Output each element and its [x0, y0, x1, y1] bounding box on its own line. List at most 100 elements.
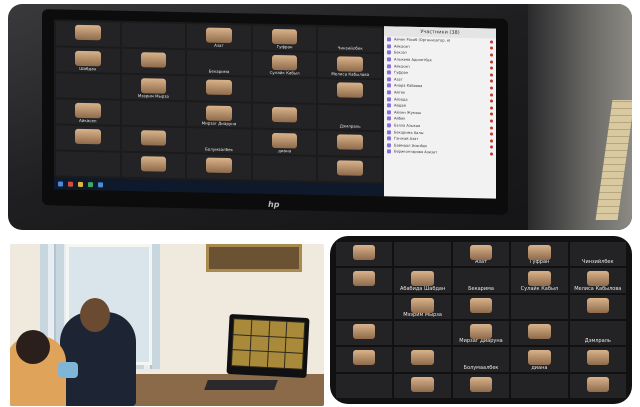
avatar — [387, 149, 391, 154]
app-icon — [88, 181, 93, 187]
participant-video — [528, 271, 551, 287]
participants-list: Айчек Рахаб (Организатор, я) Айкасеп Бекза… — [384, 36, 496, 157]
participant-name: Чинзийлбек — [582, 259, 614, 266]
video-tile: Айкасеп — [56, 99, 120, 125]
video-tile — [121, 152, 186, 179]
video-tile — [394, 373, 451, 398]
start-icon — [58, 180, 63, 187]
video-tile: Мелиса Кабылова — [318, 52, 382, 79]
muted-mic-icon — [490, 79, 493, 83]
participant-video — [586, 350, 610, 366]
video-tile: Сулайк Кабыл — [511, 268, 568, 293]
muted-mic-icon — [490, 132, 493, 136]
video-tile — [394, 347, 451, 372]
zoom-closeup-panel: Азат Гуфран Чинзийлбек Абабида Шабдан Бекари… — [330, 236, 632, 404]
video-tile: Гуфран — [511, 242, 568, 267]
participant-video — [411, 271, 434, 287]
participant-name — [349, 180, 351, 182]
participant-video — [411, 376, 434, 392]
video-tile: Азат — [187, 24, 251, 50]
video-tile — [318, 130, 382, 157]
muted-mic-icon — [490, 119, 493, 123]
video-tile: Мээрим Мырза — [394, 294, 451, 319]
app-icon — [98, 181, 103, 187]
video-tile — [336, 268, 393, 293]
participant-name — [597, 370, 599, 372]
participant-video — [352, 271, 376, 287]
participant-video — [528, 244, 551, 260]
video-tile — [187, 76, 251, 102]
avatar — [387, 64, 391, 69]
participant-name — [538, 317, 540, 319]
video-tile — [336, 373, 393, 398]
avatar — [387, 110, 391, 115]
video-tile: Дэмлраль — [318, 104, 382, 131]
avatar — [387, 136, 391, 141]
video-tile: Болумаалбек — [452, 347, 510, 372]
muted-mic-icon — [490, 40, 493, 44]
participant-name — [363, 291, 365, 293]
video-tile — [394, 242, 451, 267]
video-tile: Мирзаг Диаруна — [187, 102, 251, 128]
video-grid: Азат Гуфран Чинзийлбек Абабида Шабдан Бекари… — [336, 242, 626, 398]
video-tile — [121, 100, 186, 127]
participant-name: диана — [278, 148, 292, 154]
video-tile: Чинзийлбек — [318, 26, 382, 53]
avatar — [387, 37, 391, 42]
participant-video — [75, 24, 101, 41]
participant-name — [597, 396, 599, 398]
app-icon — [68, 181, 73, 187]
participant-video — [271, 132, 298, 149]
classroom-photo-panel — [10, 244, 324, 406]
participant-video — [337, 134, 363, 150]
video-tile — [511, 321, 568, 346]
participant-name: Азат — [214, 42, 224, 48]
participant-video — [469, 244, 493, 260]
participant-name — [363, 264, 365, 266]
participant-video — [271, 54, 298, 71]
participant-video — [469, 323, 493, 339]
participant-name — [538, 343, 540, 345]
video-tile — [336, 242, 393, 267]
avatar — [387, 123, 391, 128]
person-head — [16, 330, 50, 364]
participant-video — [586, 376, 610, 392]
avatar — [387, 116, 391, 121]
video-tile — [56, 151, 120, 177]
video-tile — [336, 294, 393, 319]
muted-mic-icon — [490, 145, 493, 149]
muted-mic-icon — [490, 126, 493, 130]
participant-name: Дэмлраль — [339, 123, 361, 129]
muted-mic-icon — [490, 60, 493, 64]
video-tile: Шабдан — [56, 47, 120, 73]
participant-name: Гуфран — [276, 44, 293, 50]
participant-name — [349, 154, 351, 156]
participant-name: Чинзийлбек — [337, 45, 363, 51]
participant-row-name: Бериконтарова Азизат — [394, 149, 438, 155]
wall-picture — [206, 244, 302, 272]
participant-video — [271, 28, 298, 45]
desk-monitor — [226, 313, 310, 379]
participant-name — [349, 102, 351, 104]
participant-video — [586, 297, 610, 313]
participant-video — [271, 106, 298, 123]
video-tile — [187, 154, 251, 180]
video-tile — [394, 321, 451, 346]
muted-mic-icon — [490, 66, 493, 70]
zoom-screen: Азат Гуфран Чинзийлбек Шабдан Бекарима Сулайк… — [54, 19, 496, 199]
avatar — [387, 57, 391, 62]
avatar — [387, 50, 391, 55]
keyboard — [204, 380, 278, 390]
participant-video — [140, 130, 167, 146]
face-mask — [58, 362, 78, 378]
participant-name — [218, 99, 220, 101]
video-tile: Сулайк Кабыл — [252, 51, 317, 77]
video-tile: Дэмлраль — [569, 321, 626, 346]
video-tile — [252, 103, 317, 129]
avatar — [387, 44, 391, 49]
video-tile — [569, 294, 626, 319]
video-tile — [569, 373, 626, 398]
muted-mic-icon — [490, 99, 493, 103]
participant-video — [352, 244, 376, 260]
video-tile — [452, 373, 510, 398]
